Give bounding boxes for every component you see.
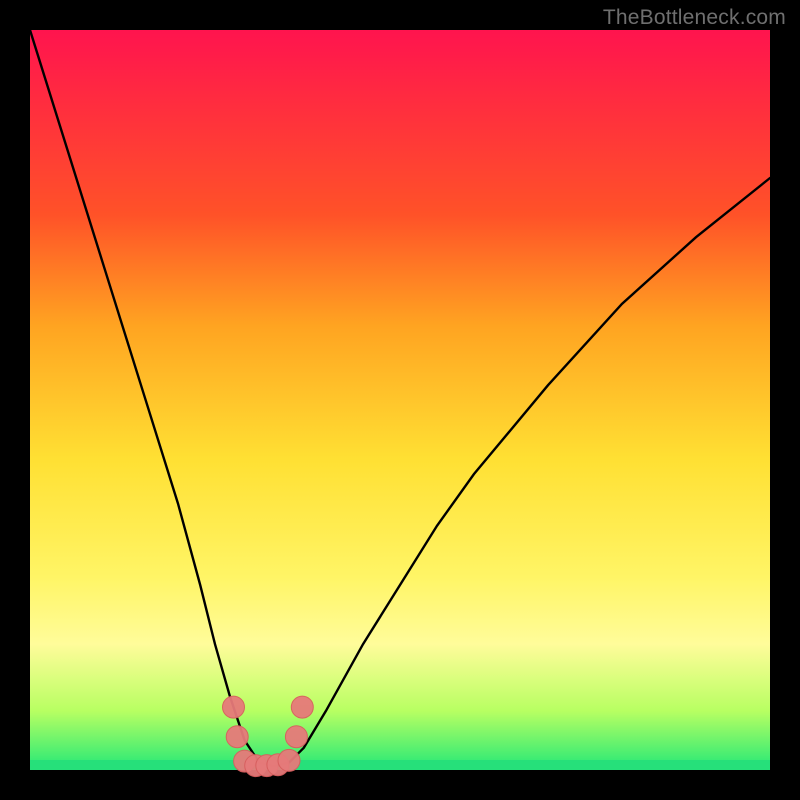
marker-dot: [226, 726, 248, 748]
curve-series: [30, 30, 770, 766]
curve-path: [30, 30, 770, 766]
marker-dot: [291, 696, 313, 718]
watermark-text: TheBottleneck.com: [603, 6, 786, 30]
bottleneck-plot: [30, 30, 770, 770]
marker-dot: [285, 726, 307, 748]
marker-series: [223, 696, 314, 777]
marker-dot: [278, 749, 300, 771]
chart-area: [30, 30, 770, 770]
marker-dot: [223, 696, 245, 718]
